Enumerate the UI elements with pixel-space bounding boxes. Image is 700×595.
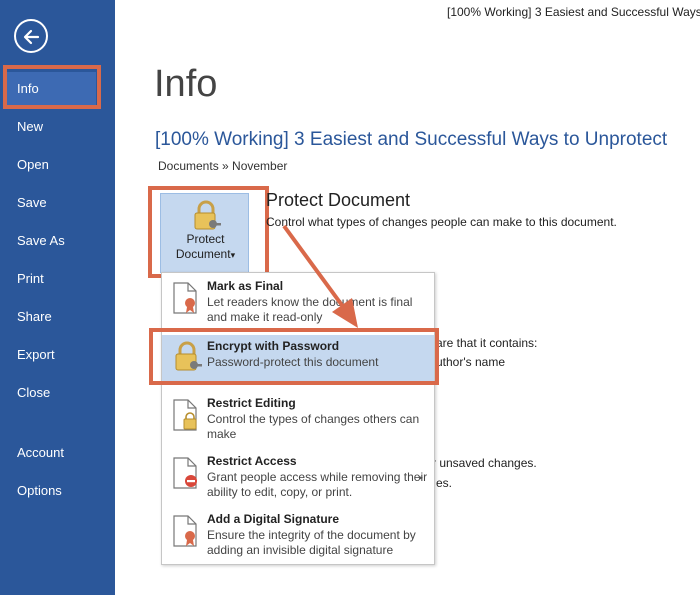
versions-text-1: r unsaved changes. [432,456,537,470]
sidebar-item-account[interactable]: Account [0,436,115,470]
encrypt-annotation-box [149,328,439,385]
document-signature-icon [173,515,197,547]
sidebar-item-open[interactable]: Open [0,148,115,182]
menu-item-mark-as-final[interactable]: Mark as Final Let readers know the docum… [162,279,434,331]
document-lock-icon [173,399,197,431]
menu-item-title: Restrict Editing [207,396,296,410]
inspect-text-2: uthor's name [436,355,505,369]
versions-text-2: es. [436,476,453,490]
protect-section-desc: Control what types of changes people can… [266,215,617,229]
menu-item-add-digital-signature[interactable]: Add a Digital Signature Ensure the integ… [162,512,434,564]
sidebar-item-save[interactable]: Save [0,186,115,220]
sidebar-item-share[interactable]: Share [0,300,115,334]
menu-item-restrict-access[interactable]: Restrict Access Grant people access whil… [162,454,434,506]
menu-item-desc: Let readers know the document is final a… [207,295,413,324]
back-arrow-icon [23,29,40,45]
info-annotation-box [3,65,101,109]
document-path[interactable]: Documents » November [158,159,287,173]
menu-item-title: Add a Digital Signature [207,512,340,526]
sidebar-item-new[interactable]: New [0,110,115,144]
sidebar-item-options[interactable]: Options [0,474,115,508]
protect-document-menu: Mark as Final Let readers know the docum… [161,272,435,565]
sidebar-item-save-as[interactable]: Save As [0,224,115,258]
sidebar-item-close[interactable]: Close [0,376,115,410]
inspect-text-1: are that it contains: [436,336,538,350]
sidebar-item-print[interactable]: Print [0,262,115,296]
back-button[interactable] [14,19,48,53]
document-ribbon-icon [173,282,197,314]
document-restrict-icon [173,457,197,489]
menu-item-desc: Ensure the integrity of the document by … [207,528,416,557]
menu-item-desc: Grant people access while removing their… [207,470,428,499]
sidebar-item-export[interactable]: Export [0,338,115,372]
menu-item-desc: Control the types of changes others can … [207,412,420,441]
protect-section-title: Protect Document [266,190,411,210]
menu-item-title: Restrict Access [207,454,297,468]
menu-item-title: Mark as Final [207,279,284,293]
window-title: [100% Working] 3 Easiest and Successful … [447,5,700,19]
document-title: [100% Working] 3 Easiest and Successful … [155,129,668,150]
page-title: Info [154,63,218,105]
menu-item-restrict-editing[interactable]: Restrict Editing Control the types of ch… [162,396,434,448]
submenu-arrow-icon: ▸ [419,473,424,482]
protect-annotation-box [148,186,269,278]
